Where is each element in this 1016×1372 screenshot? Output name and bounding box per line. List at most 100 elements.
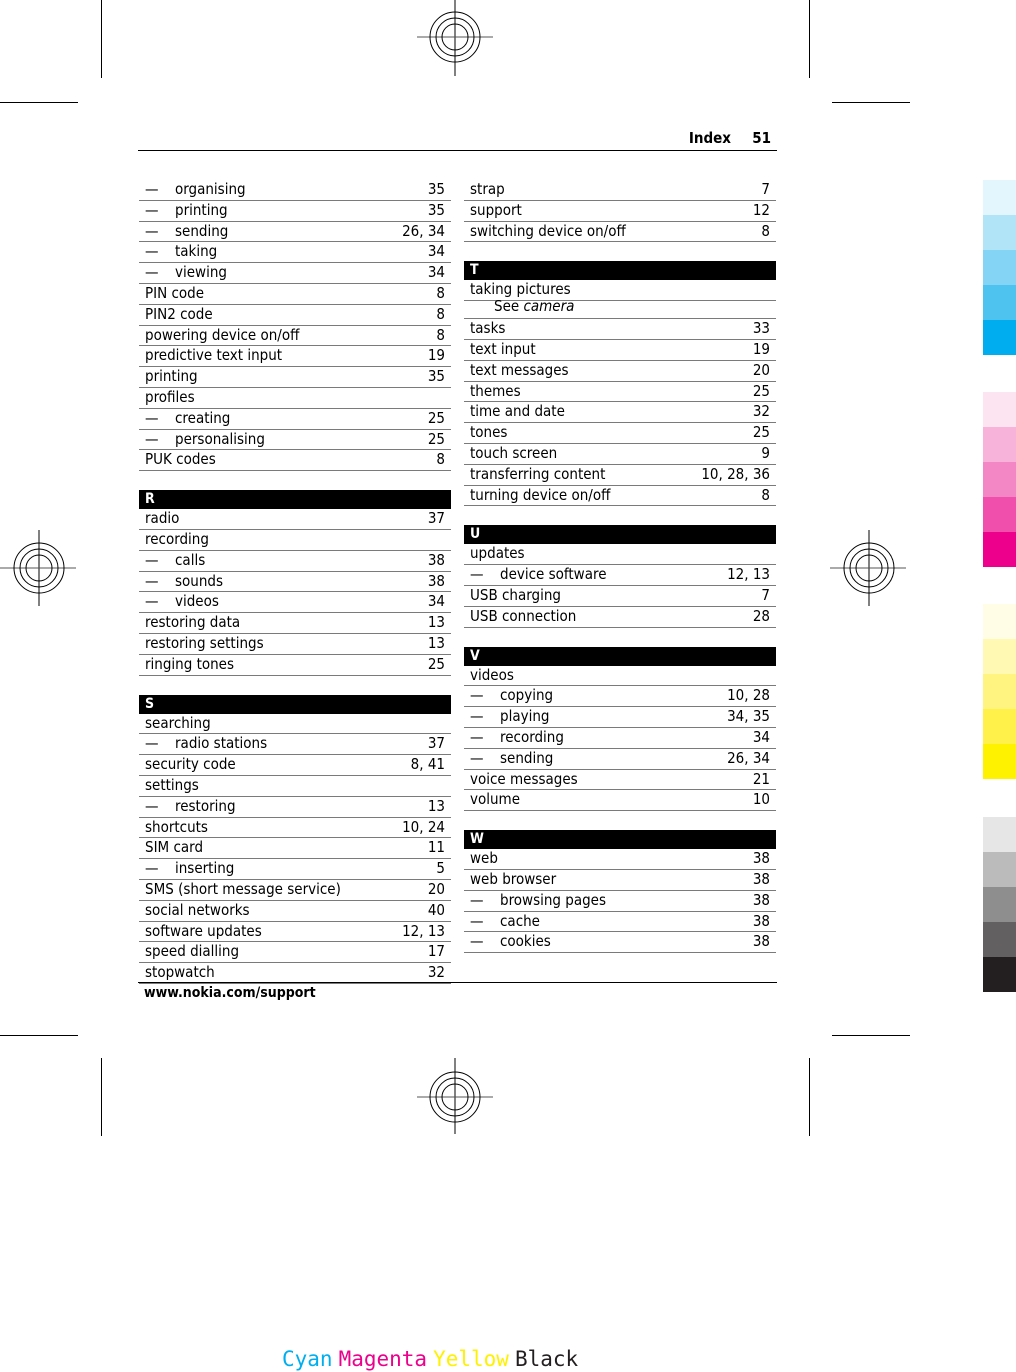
- page-references[interactable]: 8: [436, 450, 445, 469]
- page-references[interactable]: 7: [761, 586, 770, 605]
- page-references[interactable]: 38: [753, 932, 770, 951]
- page-references[interactable]: 40: [428, 901, 445, 920]
- index-term-text: speed dialling: [145, 942, 240, 961]
- index-term: predictive text input: [145, 346, 282, 365]
- index-term-text: printing: [145, 367, 198, 386]
- page-references[interactable]: 10, 28: [727, 686, 770, 705]
- page-references[interactable]: 17: [428, 942, 445, 961]
- page-references[interactable]: 37: [428, 509, 445, 528]
- page-references[interactable]: 38: [428, 551, 445, 570]
- page-references[interactable]: 26, 34: [402, 222, 445, 241]
- index-term: — device software: [470, 565, 607, 584]
- page-references[interactable]: 33: [753, 319, 770, 338]
- page-references[interactable]: 38: [428, 572, 445, 591]
- page-references[interactable]: 34, 35: [727, 707, 770, 726]
- index-entry: security code 8, 41: [139, 755, 451, 776]
- page-references[interactable]: 11: [428, 838, 445, 857]
- page-references[interactable]: 5: [436, 859, 445, 878]
- section-title: Index: [688, 129, 731, 147]
- page-references[interactable]: 25: [753, 382, 770, 401]
- index-entry: tasks 33: [464, 319, 776, 340]
- page-references[interactable]: 8: [436, 305, 445, 324]
- index-entry: volume 10: [464, 790, 776, 812]
- page-references[interactable]: 19: [428, 346, 445, 365]
- page-references[interactable]: 32: [753, 402, 770, 421]
- see-target-link[interactable]: camera: [523, 297, 574, 315]
- index-see-reference: See camera: [464, 297, 776, 320]
- page-references[interactable]: 35: [428, 201, 445, 220]
- page-references[interactable]: 34: [428, 263, 445, 282]
- index-entry: recording: [139, 530, 451, 551]
- page-references[interactable]: 10, 28, 36: [701, 465, 770, 484]
- index-term-text: settings: [145, 775, 199, 794]
- page-references[interactable]: 10: [753, 790, 770, 809]
- page-references[interactable]: 38: [753, 849, 770, 868]
- page-references[interactable]: 25: [428, 655, 445, 674]
- page-references[interactable]: 34: [753, 728, 770, 747]
- index-entry: predictive text input 19: [139, 346, 451, 368]
- page-references[interactable]: 13: [428, 613, 445, 632]
- page-references[interactable]: 13: [428, 634, 445, 653]
- page-references[interactable]: 12: [753, 201, 770, 220]
- subentry-dash: —: [470, 686, 484, 705]
- page-references[interactable]: 26, 34: [727, 749, 770, 768]
- index-subentry: — radio stations 37: [139, 734, 451, 756]
- page-references[interactable]: 37: [428, 734, 445, 753]
- index-term-text: creating: [175, 408, 231, 427]
- page-references[interactable]: 7: [761, 180, 770, 199]
- index-term-text: printing: [175, 200, 228, 219]
- page-references[interactable]: 25: [428, 430, 445, 449]
- index-term: — sounds: [145, 572, 223, 591]
- index-term-text: time and date: [470, 402, 565, 421]
- page-references[interactable]: 25: [428, 409, 445, 428]
- index-term-text: themes: [470, 381, 521, 400]
- page-references[interactable]: 32: [428, 963, 445, 982]
- page-references[interactable]: 35: [428, 367, 445, 386]
- index-term-text: touch screen: [470, 443, 558, 462]
- page-references[interactable]: 9: [761, 444, 770, 463]
- index-entry: social networks 40: [139, 901, 451, 922]
- page-references[interactable]: 28: [753, 607, 770, 626]
- page-references[interactable]: 8: [436, 326, 445, 345]
- page-references[interactable]: 13: [428, 797, 445, 816]
- page-references[interactable]: 10, 24: [402, 818, 445, 837]
- index-letter-heading: T: [464, 261, 776, 281]
- index-subentry: — device software 12, 13: [464, 565, 776, 586]
- page-references[interactable]: 20: [428, 880, 445, 899]
- index-term: — cache: [470, 912, 540, 931]
- cmyk-word-magenta: Magenta: [338, 1347, 428, 1371]
- index-term-text: shortcuts: [145, 817, 208, 836]
- page-references[interactable]: 34: [428, 242, 445, 261]
- page-references[interactable]: 8, 41: [411, 755, 445, 774]
- index-entry: powering device on/off 8: [139, 326, 451, 347]
- page-references[interactable]: 8: [761, 486, 770, 505]
- page-references[interactable]: 38: [753, 891, 770, 910]
- page-references[interactable]: 34: [428, 592, 445, 611]
- index-entry: updates: [464, 544, 776, 566]
- index-term: — recording: [470, 728, 564, 747]
- page-references[interactable]: 20: [753, 361, 770, 380]
- page-references[interactable]: 38: [753, 870, 770, 889]
- page-references[interactable]: 12, 13: [402, 922, 445, 941]
- page-references[interactable]: 8: [761, 222, 770, 241]
- page-references[interactable]: 8: [436, 284, 445, 303]
- index-term-text: device software: [500, 565, 607, 584]
- page-references[interactable]: 25: [753, 423, 770, 442]
- index-term: USB connection: [470, 607, 576, 626]
- page-references[interactable]: 12, 13: [727, 565, 770, 584]
- page-references[interactable]: 38: [753, 912, 770, 931]
- index-term-text: social networks: [145, 900, 250, 919]
- index-term-text: cache: [500, 911, 540, 930]
- index-term: — browsing pages: [470, 891, 606, 910]
- index-entry: stopwatch 32: [139, 963, 451, 984]
- index-term-text: ringing tones: [145, 654, 235, 673]
- page-references[interactable]: 21: [753, 770, 770, 789]
- index-term-text: searching: [145, 713, 211, 732]
- index-term-text: web browser: [470, 869, 557, 888]
- index-entry: USB charging 7: [464, 586, 776, 607]
- color-swatch-cyan: [983, 285, 1016, 320]
- index-letter-heading: U: [464, 525, 776, 545]
- color-swatch-cyan: [983, 250, 1016, 285]
- page-references[interactable]: 19: [753, 340, 770, 359]
- page-references[interactable]: 35: [428, 180, 445, 199]
